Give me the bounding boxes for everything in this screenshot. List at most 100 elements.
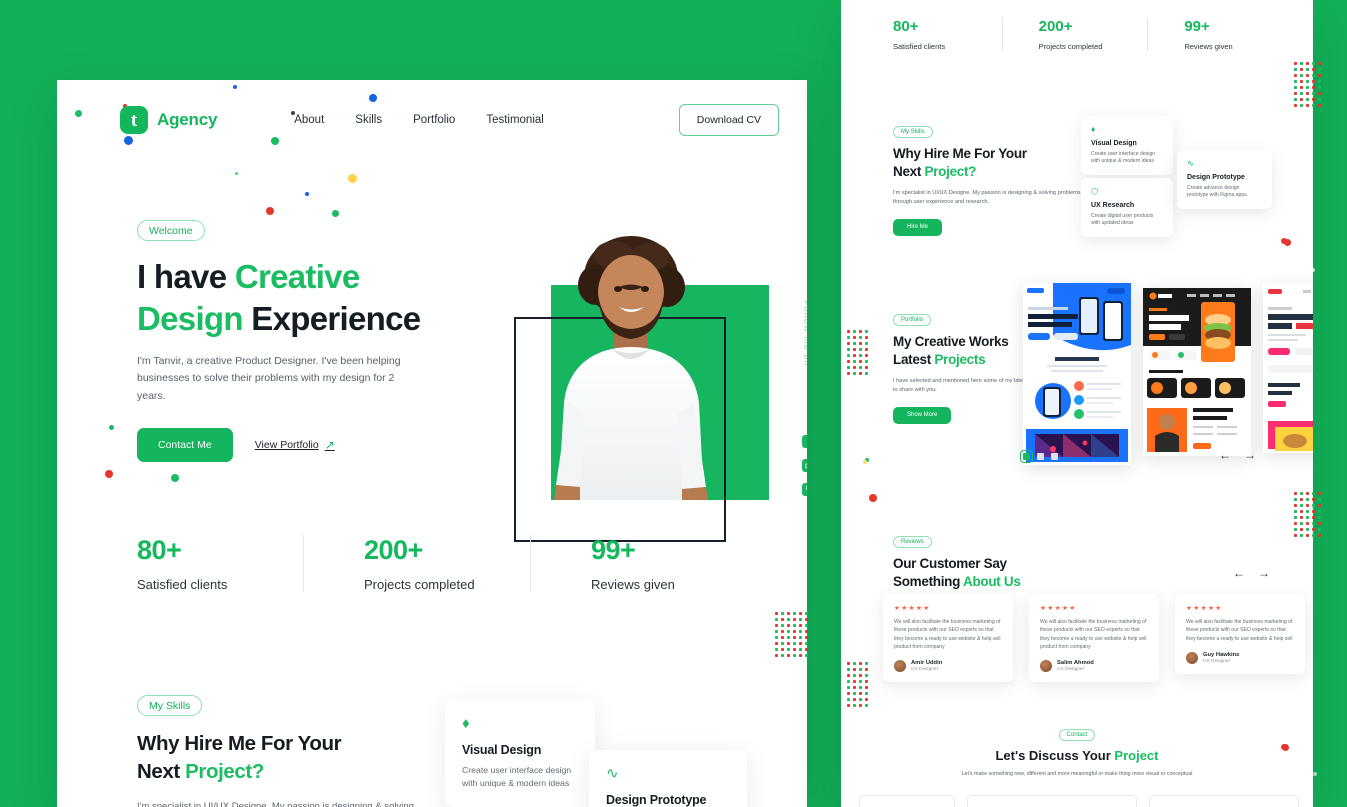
dot-grid-cell xyxy=(1300,62,1303,65)
confetti-dot xyxy=(1313,772,1317,776)
pagination-dot[interactable] xyxy=(1037,453,1044,460)
download-cv-button[interactable]: Download CV xyxy=(678,104,779,136)
arrow-prev-icon[interactable]: ← xyxy=(1233,566,1245,580)
reviews-section: Reviews Our Customer Say Something About… xyxy=(893,530,1093,591)
avatar xyxy=(894,660,906,672)
project-thumb-food-collection[interactable] xyxy=(1143,288,1251,456)
confetti-dot xyxy=(849,520,853,524)
pagination-dot[interactable] xyxy=(1051,453,1058,460)
avatar xyxy=(1040,660,1052,672)
hire-me-button[interactable]: Hire Me xyxy=(893,218,943,236)
dot-grid-cell xyxy=(1294,510,1297,513)
skills-title-accent: Project? xyxy=(924,164,977,180)
skill-card-desc: Create digital user products with update… xyxy=(1091,212,1154,227)
skill-card-title: Visual Design xyxy=(1091,139,1137,147)
dot-grid-cell xyxy=(805,630,808,633)
confetti-dot xyxy=(1311,268,1315,272)
contact-me-button[interactable]: Contact Me xyxy=(137,428,233,463)
confetti-dot xyxy=(266,207,274,215)
skill-card-design-prototype[interactable]: ∿ Design Prototype Create advance design… xyxy=(1177,150,1272,209)
contact-paragraph: Let's make something new, different and … xyxy=(961,771,1193,777)
dot-grid-cell xyxy=(1300,510,1303,513)
logo-letter: t xyxy=(130,109,138,131)
dot-grid-cell xyxy=(847,668,850,671)
contact-field-middle[interactable] xyxy=(967,795,1137,807)
dot-grid-cell xyxy=(793,624,796,627)
dot-grid-cell xyxy=(847,674,850,677)
skill-card-design-prototype[interactable]: ∿ Design Prototype Create advance design… xyxy=(589,750,747,807)
dot-grid-cell xyxy=(853,668,856,671)
arrow-prev-icon[interactable]: ← xyxy=(1219,448,1231,462)
skill-card-visual-design[interactable]: ♦ Visual Design Create user interface de… xyxy=(445,700,595,807)
nav-item-about[interactable]: About xyxy=(294,114,324,126)
dot-grid-cell xyxy=(805,642,808,645)
review-text: We will also facilitate the business mar… xyxy=(1040,619,1147,650)
arrow-next-icon[interactable]: → xyxy=(1244,448,1256,462)
dot-grid-cell xyxy=(1318,104,1321,107)
stat-item: 80+ Satisfied clients xyxy=(137,535,303,592)
pagination-dot-active[interactable] xyxy=(1020,450,1033,463)
dot-grid-cell xyxy=(1312,92,1315,95)
dot-grid-cell xyxy=(1294,534,1297,537)
arrow-next-icon[interactable]: → xyxy=(1258,566,1270,580)
review-author-name: Guy Hawkins xyxy=(1203,651,1240,658)
dot-grid-cell xyxy=(775,618,778,621)
pulse-icon: ∿ xyxy=(606,765,619,782)
dot-grid-cell xyxy=(1312,522,1315,525)
stat-number: 80+ xyxy=(137,535,182,565)
review-card[interactable]: ★★★★★ We will also facilitate the busine… xyxy=(883,594,1013,682)
dot-grid-cell xyxy=(1300,534,1303,537)
skills-title-accent: Project? xyxy=(185,760,264,784)
nav-item-testimonial[interactable]: Testimonial xyxy=(486,114,544,126)
dot-grid-cell xyxy=(775,612,778,615)
dot-grid-cell xyxy=(853,366,856,369)
project-thumb-app-promo[interactable] xyxy=(1023,283,1131,465)
dot-grid-cell xyxy=(1318,522,1321,525)
nav-item-skills[interactable]: Skills xyxy=(355,114,382,126)
review-card[interactable]: ★★★★★ We will also facilitate the busine… xyxy=(1029,594,1159,682)
dot-grid-cell xyxy=(865,336,868,339)
dot-grid-cell xyxy=(865,360,868,363)
logo-mark[interactable]: t xyxy=(120,106,148,134)
hero-portrait-photo xyxy=(554,236,708,500)
confetti-dot xyxy=(863,460,867,464)
dot-grid-cell xyxy=(799,648,802,651)
dot-grid-cell xyxy=(865,686,868,689)
view-portfolio-link[interactable]: View Portfolio ↗ xyxy=(255,438,335,452)
logo-text[interactable]: Agency xyxy=(157,110,217,130)
dot-grid-cell xyxy=(1312,528,1315,531)
dot-grid-cell xyxy=(781,642,784,645)
dot-grid-cell xyxy=(787,630,790,633)
dot-grid-cell xyxy=(781,654,784,657)
skills-paragraph: I'm specialist in UI/UX Designe. My pass… xyxy=(893,190,1081,206)
dot-grid-cell xyxy=(865,348,868,351)
portfolio-pagination[interactable] xyxy=(1020,450,1058,463)
hero-title: I have Creative Design Experience xyxy=(137,256,437,339)
project-thumb-furniture[interactable] xyxy=(1263,283,1313,453)
review-text: We will also facilitate the business mar… xyxy=(1186,619,1293,642)
review-author: Guy Hawkins UX Designer xyxy=(1186,651,1294,664)
dot-grid-cell xyxy=(1318,62,1321,65)
reviews-title-line1: Our Customer Say xyxy=(893,556,1007,571)
facebook-icon[interactable]: f xyxy=(802,434,807,448)
contact-field-right[interactable] xyxy=(1149,795,1299,807)
contact-field-left[interactable] xyxy=(859,795,955,807)
social-rail: Follow me on f ◎ in xyxy=(802,300,807,496)
linkedin-icon[interactable]: in xyxy=(802,482,807,496)
skills-eyebrow-badge: My Skills xyxy=(893,126,933,138)
dot-grid-cell xyxy=(853,662,856,665)
dot-grid-cell xyxy=(853,704,856,707)
nav-item-portfolio[interactable]: Portfolio xyxy=(413,114,455,126)
skill-card-ux-research[interactable]: ⬡ UX Research Create digital user produc… xyxy=(1081,178,1173,237)
instagram-icon[interactable]: ◎ xyxy=(802,458,807,472)
skill-card-title: UX Research xyxy=(1091,201,1135,209)
show-more-button[interactable]: Show More xyxy=(893,406,952,424)
view-portfolio-label: View Portfolio xyxy=(254,439,319,452)
contact-title-text: Let's Discuss Your xyxy=(995,748,1115,763)
skill-card-visual-design[interactable]: ♦ Visual Design Create user interface de… xyxy=(1081,116,1173,175)
review-card[interactable]: ★★★★★ We will also facilitate the busine… xyxy=(1175,594,1305,674)
hero-title-part2: Experience xyxy=(242,299,421,337)
dot-grid-cell xyxy=(1300,504,1303,507)
dot-grid-cell xyxy=(853,330,856,333)
diamond-icon: ♦ xyxy=(1091,124,1096,134)
